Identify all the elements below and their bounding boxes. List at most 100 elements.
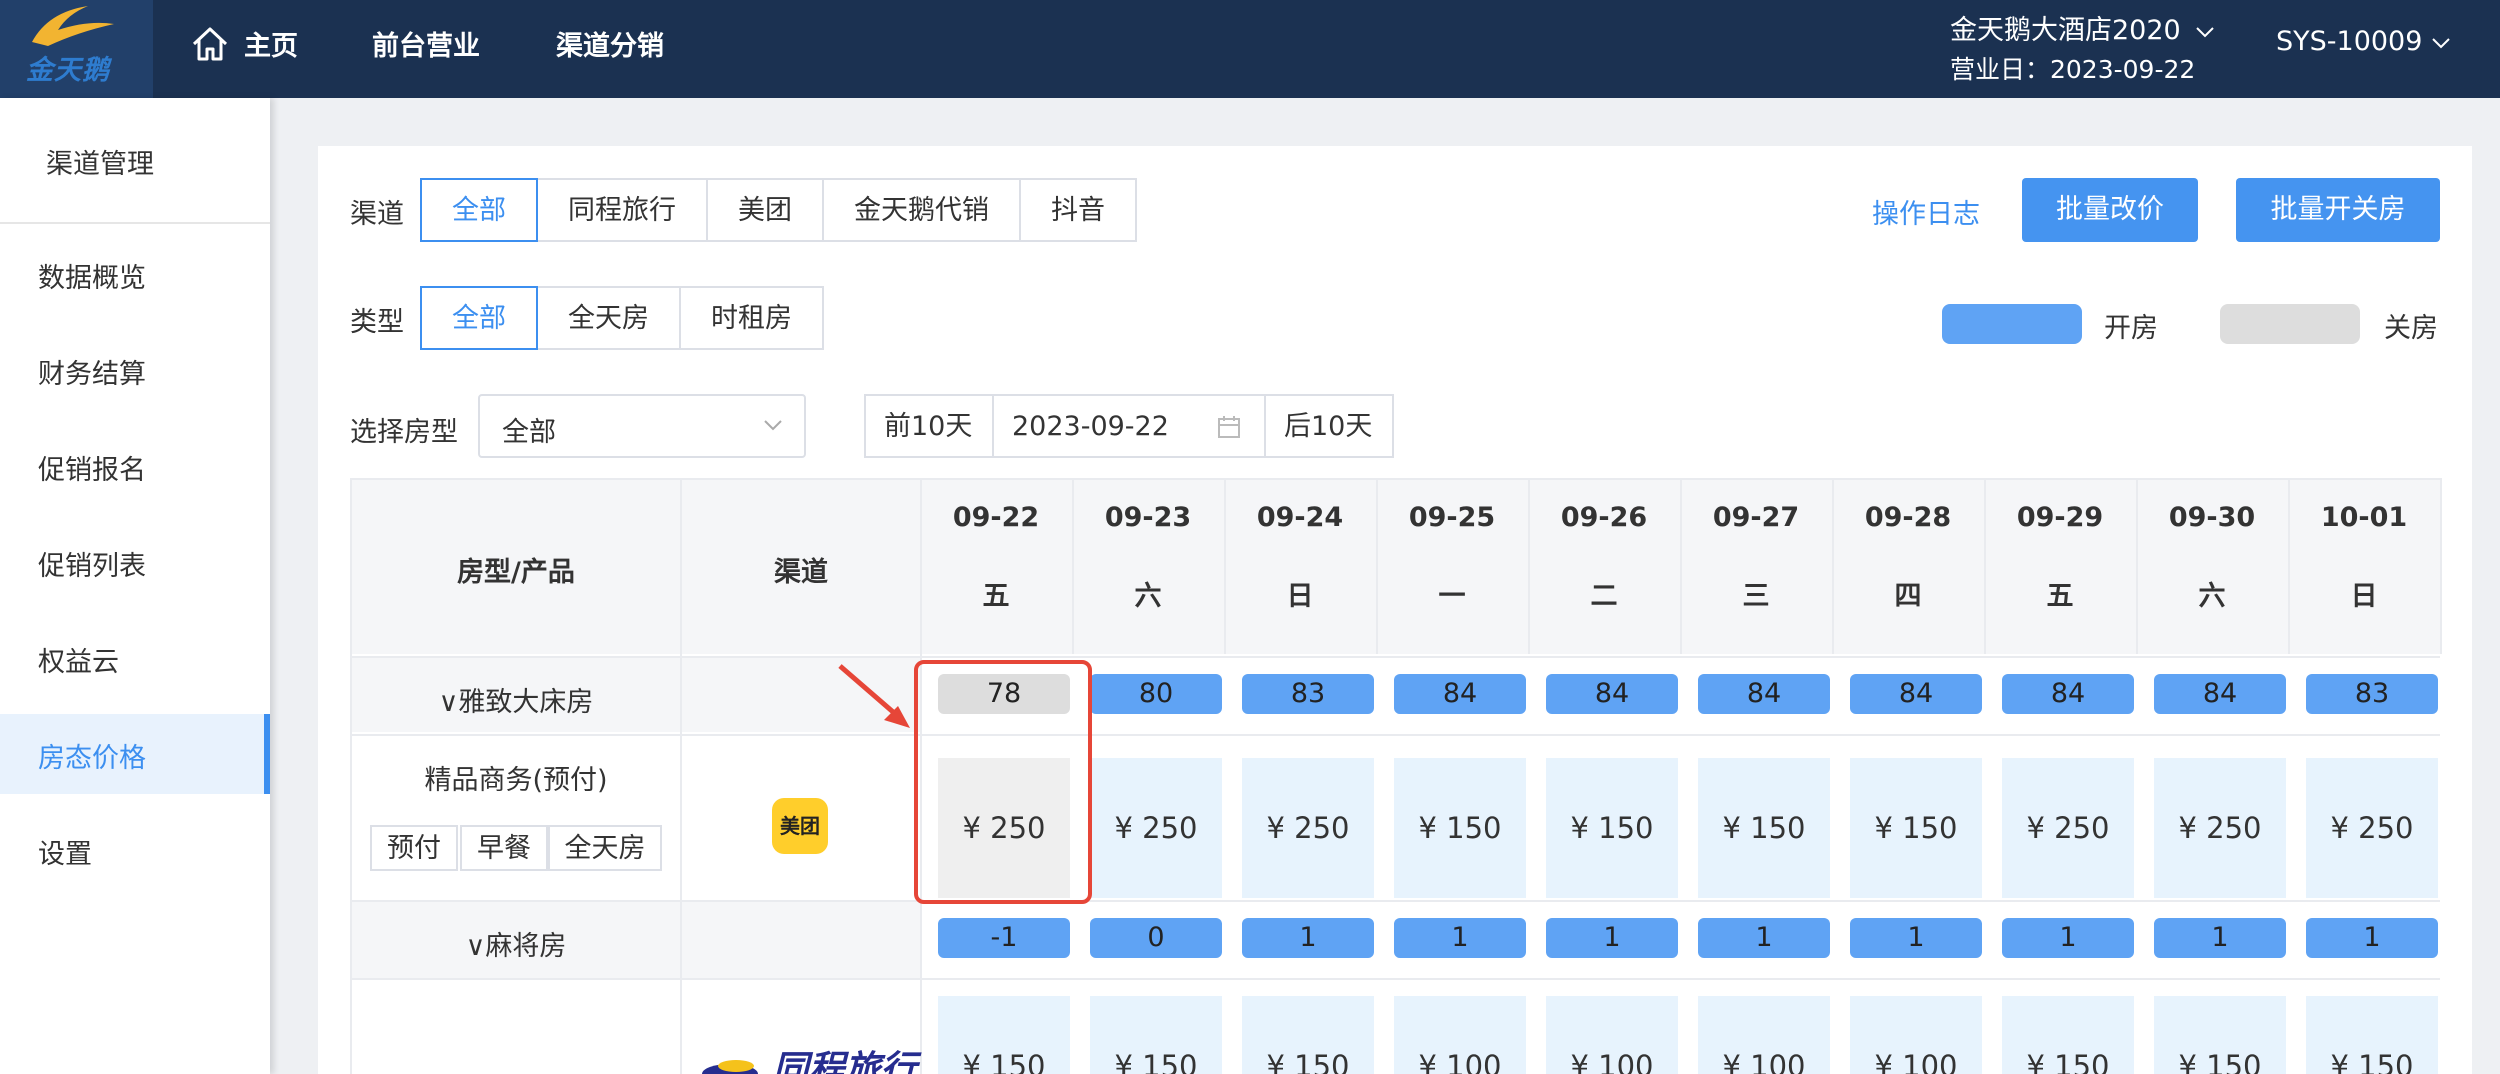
top-bar: 金天鹅 主页 前台营业 渠道分销 金天鹅大酒店2020 营业日：2023-09-… xyxy=(0,0,2500,98)
day-header-date: 09-29 xyxy=(2016,502,2104,533)
sidebar-item-label: 促销报名 xyxy=(38,455,146,486)
day-header-date: 09-22 xyxy=(952,502,1040,533)
sidebar: 渠道管理 数据概览 财务结算 促销报名 促销列表 权益云 房态价格 设置 xyxy=(0,98,270,1074)
price-cell[interactable]: ¥ 150 xyxy=(1546,758,1678,898)
user-menu[interactable]: SYS-10009 xyxy=(2276,26,2451,57)
price-cell[interactable]: ¥ 250 xyxy=(1090,758,1222,898)
prev-10-days-button[interactable]: 前10天 xyxy=(864,394,994,458)
batch-toggle-room-button[interactable]: 批量开关房 xyxy=(2236,178,2440,242)
col-header-room: 房型/产品 xyxy=(457,557,575,588)
channel-option-meituan[interactable]: 美团 xyxy=(706,178,824,242)
batch-price-button[interactable]: 批量改价 xyxy=(2022,178,2198,242)
type-option-hourly[interactable]: 时租房 xyxy=(679,286,824,350)
price-cell[interactable]: ¥ 250 xyxy=(2002,758,2134,898)
nav-home[interactable]: 主页 xyxy=(244,22,298,72)
inventory-cell[interactable]: 80 xyxy=(1090,674,1222,714)
inventory-cell[interactable]: -1 xyxy=(938,918,1070,958)
price-cell[interactable]: ¥ 150 xyxy=(2002,996,2134,1074)
inventory-cell[interactable]: 1 xyxy=(1850,918,1982,958)
price-cell[interactable]: ¥ 250 xyxy=(1242,758,1374,898)
table-row-divider xyxy=(350,734,2440,736)
tongcheng-logo: 同程旅行 xyxy=(700,1040,917,1074)
date-navigator: 前10天 2023-09-22 后10天 xyxy=(864,394,1394,458)
sidebar-item-overview[interactable]: 数据概览 xyxy=(0,234,270,314)
meituan-logo: 美团 xyxy=(772,798,828,854)
chevron-down-icon xyxy=(2196,27,2215,38)
inventory-cell[interactable]: 1 xyxy=(2306,918,2438,958)
nav-channel-distribution[interactable]: 渠道分销 xyxy=(556,22,664,72)
inventory-cell[interactable]: 84 xyxy=(1546,674,1678,714)
inventory-cell[interactable]: 84 xyxy=(1394,674,1526,714)
logo[interactable]: 金天鹅 xyxy=(0,0,153,98)
price-cell[interactable]: ¥ 150 xyxy=(1698,758,1830,898)
sidebar-item-label: 促销列表 xyxy=(38,551,146,582)
user-id: SYS-10009 xyxy=(2276,26,2423,57)
sidebar-item-finance[interactable]: 财务结算 xyxy=(0,330,270,410)
day-header-weekday: 日 xyxy=(2350,581,2378,612)
day-header-weekday: 二 xyxy=(1590,581,1618,612)
inventory-cell[interactable]: 84 xyxy=(2154,674,2286,714)
room-type-name[interactable]: ∨雅致大床房 xyxy=(352,680,680,719)
inventory-cell[interactable]: 1 xyxy=(2154,918,2286,958)
price-cell[interactable]: ¥ 100 xyxy=(1394,996,1526,1074)
type-filter: 全部 全天房 时租房 xyxy=(420,286,824,350)
room-type-name[interactable]: ∨麻将房 xyxy=(352,924,680,963)
table-row-divider xyxy=(350,656,2440,658)
product-tag: 早餐 xyxy=(460,825,548,871)
channel-option-douyin[interactable]: 抖音 xyxy=(1019,178,1137,242)
sidebar-item-promo-list[interactable]: 促销列表 xyxy=(0,522,270,602)
price-cell[interactable]: ¥ 100 xyxy=(1546,996,1678,1074)
channel-filter: 全部 同程旅行 美团 金天鹅代销 抖音 xyxy=(420,178,1137,242)
day-header-date: 09-24 xyxy=(1256,502,1344,533)
table-col-divider xyxy=(2440,478,2442,654)
sidebar-item-label: 房态价格 xyxy=(38,743,146,774)
inventory-cell[interactable]: 1 xyxy=(1698,918,1830,958)
next-10-days-button[interactable]: 后10天 xyxy=(1264,394,1394,458)
inventory-cell[interactable]: 83 xyxy=(1242,674,1374,714)
inventory-cell[interactable]: 84 xyxy=(2002,674,2134,714)
inventory-cell[interactable]: 84 xyxy=(1698,674,1830,714)
price-cell[interactable]: ¥ 150 xyxy=(1242,996,1374,1074)
home-icon[interactable] xyxy=(190,24,230,64)
sidebar-item-benefits-cloud[interactable]: 权益云 xyxy=(0,618,270,698)
inventory-cell[interactable]: 84 xyxy=(1850,674,1982,714)
inventory-cell[interactable]: 1 xyxy=(1546,918,1678,958)
tongcheng-logo-text: 同程旅行 xyxy=(772,1049,917,1074)
inventory-cell[interactable]: 83 xyxy=(2306,674,2438,714)
col-header-channel: 渠道 xyxy=(774,557,828,588)
operation-log-link[interactable]: 操作日志 xyxy=(1872,192,1980,231)
price-cell[interactable]: ¥ 150 xyxy=(938,996,1070,1074)
price-cell[interactable]: ¥ 250 xyxy=(2306,758,2438,898)
date-value: 2023-09-22 xyxy=(1012,411,1169,442)
sidebar-item-room-status-price[interactable]: 房态价格 xyxy=(0,714,270,794)
channel-option-jintiane[interactable]: 金天鹅代销 xyxy=(822,178,1021,242)
sidebar-item-settings[interactable]: 设置 xyxy=(0,810,270,890)
hotel-selector[interactable]: 金天鹅大酒店2020 xyxy=(1950,8,2215,47)
price-cell[interactable]: ¥ 150 xyxy=(1850,758,1982,898)
inventory-cell[interactable]: 1 xyxy=(1394,918,1526,958)
type-option-all[interactable]: 全部 xyxy=(420,286,538,350)
sidebar-item-promo-signup[interactable]: 促销报名 xyxy=(0,426,270,506)
channel-option-all[interactable]: 全部 xyxy=(420,178,538,242)
price-cell[interactable]: ¥ 150 xyxy=(2154,996,2286,1074)
room-type-select[interactable]: 全部 xyxy=(478,394,806,458)
table-border xyxy=(350,478,2440,480)
date-picker[interactable]: 2023-09-22 xyxy=(992,394,1266,458)
inventory-cell[interactable]: 1 xyxy=(1242,918,1374,958)
inventory-cell[interactable]: 1 xyxy=(2002,918,2134,958)
price-cell[interactable]: ¥ 150 xyxy=(1090,996,1222,1074)
product-tag: 预付 xyxy=(370,825,458,871)
day-header-weekday: 日 xyxy=(1286,581,1314,612)
price-cell[interactable]: ¥ 250 xyxy=(2154,758,2286,898)
price-cell[interactable]: ¥ 100 xyxy=(1698,996,1830,1074)
inventory-cell[interactable]: 0 xyxy=(1090,918,1222,958)
channel-option-tongcheng[interactable]: 同程旅行 xyxy=(536,178,708,242)
nav-front-desk[interactable]: 前台营业 xyxy=(372,22,480,72)
price-cell[interactable]: ¥ 150 xyxy=(2306,996,2438,1074)
type-option-full-day[interactable]: 全天房 xyxy=(536,286,681,350)
sidebar-item-label: 财务结算 xyxy=(38,359,146,390)
type-filter-label: 类型 xyxy=(350,307,404,338)
price-cell[interactable]: ¥ 100 xyxy=(1850,996,1982,1074)
legend-closed-swatch xyxy=(2220,304,2360,344)
price-cell[interactable]: ¥ 150 xyxy=(1394,758,1526,898)
